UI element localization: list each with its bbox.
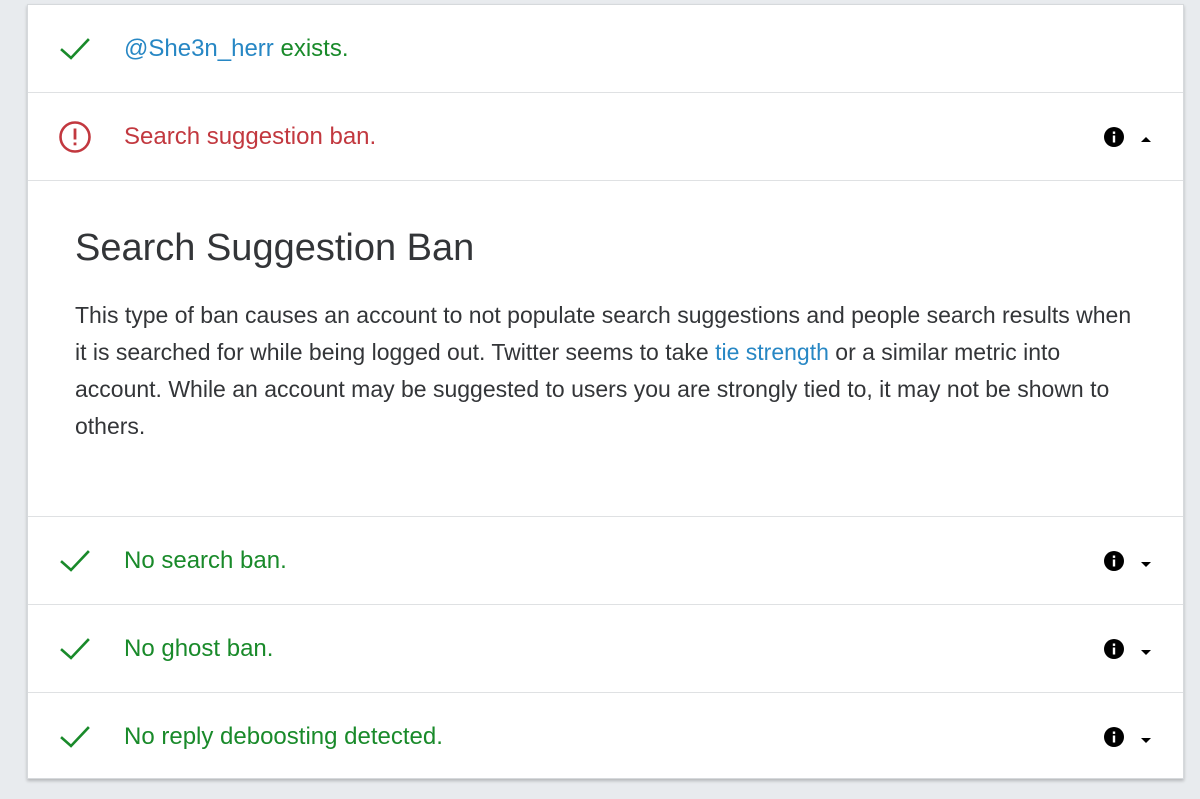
row-reply-deboosting[interactable]: No reply deboosting detected. xyxy=(28,693,1183,781)
exists-suffix: exists. xyxy=(273,34,349,62)
ghost-ban-label: No ghost ban. xyxy=(124,634,274,662)
caret-down-icon[interactable] xyxy=(1139,644,1153,655)
info-icon[interactable] xyxy=(1103,550,1125,572)
details-title: Search Suggestion Ban xyxy=(75,227,475,269)
username-link[interactable]: @She3n_herr xyxy=(124,35,274,62)
check-icon xyxy=(58,720,92,754)
info-icon[interactable] xyxy=(1103,726,1125,748)
row-search-ban[interactable]: No search ban. xyxy=(28,517,1183,605)
search-ban-label: No search ban. xyxy=(124,546,287,574)
check-icon xyxy=(58,544,92,578)
search-suggestion-ban-label: Search suggestion ban. xyxy=(124,122,377,150)
account-exists-label: @She3n_herr exists. xyxy=(124,35,348,63)
caret-down-icon[interactable] xyxy=(1139,732,1153,743)
exclamation-circle-icon xyxy=(58,120,92,154)
info-icon[interactable] xyxy=(1103,126,1125,148)
caret-down-icon[interactable] xyxy=(1139,556,1153,567)
caret-up-icon[interactable] xyxy=(1139,132,1153,142)
results-card: @She3n_herr exists. Search suggestion ba… xyxy=(27,4,1184,779)
check-icon xyxy=(58,632,92,666)
row-search-suggestion-ban[interactable]: Search suggestion ban. xyxy=(28,93,1183,181)
info-icon[interactable] xyxy=(1103,638,1125,660)
tie-strength-link[interactable]: tie strength xyxy=(715,339,829,365)
reply-deboosting-label: No reply deboosting detected. xyxy=(124,723,443,750)
details-description: This type of ban causes an account to no… xyxy=(75,297,1135,445)
search-suggestion-ban-details: Search Suggestion Ban This type of ban c… xyxy=(28,181,1183,517)
row-account-exists: @She3n_herr exists. xyxy=(28,5,1183,93)
row-ghost-ban[interactable]: No ghost ban. xyxy=(28,605,1183,693)
check-icon xyxy=(58,32,92,66)
